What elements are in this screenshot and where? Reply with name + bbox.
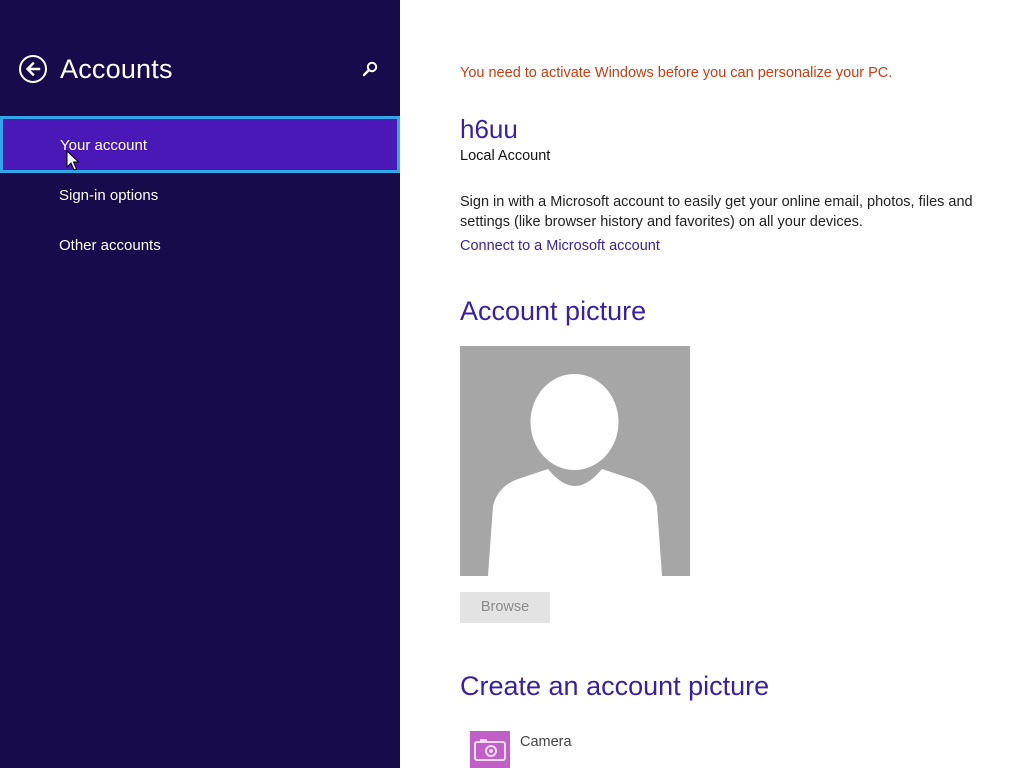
browse-button[interactable]: Browse <box>460 592 550 623</box>
camera-app-tile[interactable] <box>470 731 510 768</box>
microsoft-account-description: Sign in with a Microsoft account to easi… <box>460 194 973 230</box>
nav-item-other-accounts[interactable]: Other accounts <box>0 220 400 270</box>
content-pane: You need to activate Windows before you … <box>400 0 1024 768</box>
search-button[interactable] <box>360 60 380 80</box>
navigation-pane: Accounts Your account Sign-in options Ot… <box>0 0 400 768</box>
default-user-silhouette-icon <box>488 374 662 576</box>
page-title: Accounts <box>60 54 173 84</box>
nav-item-label: Sign-in options <box>59 187 159 204</box>
camera-app-label[interactable]: Camera <box>520 734 572 750</box>
account-name: h6uu <box>460 114 518 144</box>
pc-settings-window: Accounts Your account Sign-in options Ot… <box>0 0 1024 768</box>
connect-microsoft-account-link[interactable]: Connect to a Microsoft account <box>460 238 660 254</box>
nav-item-label: Other accounts <box>59 237 161 254</box>
mouse-pointer-icon <box>66 150 80 171</box>
account-type: Local Account <box>460 148 551 164</box>
back-arrow-icon <box>25 61 41 77</box>
camera-icon <box>474 739 506 761</box>
nav-item-your-account[interactable]: Your account <box>0 116 400 173</box>
create-account-picture-heading: Create an account picture <box>460 671 770 701</box>
search-icon <box>362 61 378 77</box>
activation-warning: You need to activate Windows before you … <box>460 65 893 81</box>
back-button[interactable] <box>19 55 47 83</box>
account-picture-heading: Account picture <box>460 296 647 326</box>
nav-item-sign-in-options[interactable]: Sign-in options <box>0 170 400 220</box>
account-picture <box>460 346 690 576</box>
